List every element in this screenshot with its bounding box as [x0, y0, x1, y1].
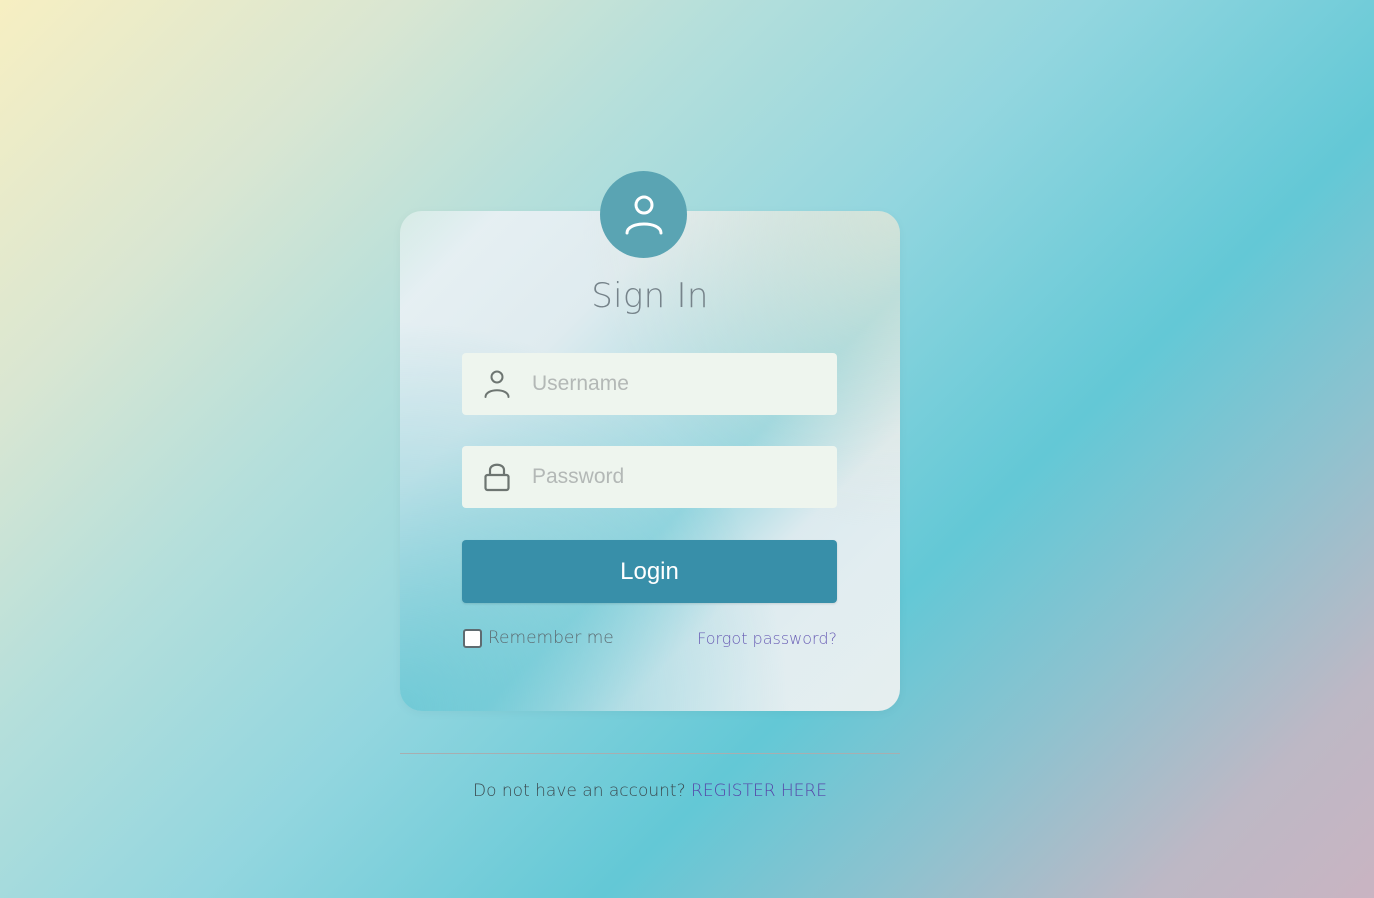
user-icon	[462, 353, 532, 415]
avatar	[600, 171, 687, 258]
register-link[interactable]: REGISTER HERE	[691, 781, 827, 801]
login-button[interactable]: Login	[462, 540, 837, 603]
forgot-password-link[interactable]: Forgot password?	[697, 629, 837, 648]
remember-label: Remember me	[488, 628, 614, 648]
lock-icon	[462, 446, 532, 508]
page-title: Sign In	[591, 276, 709, 316]
register-prompt-text: Do not have an account?	[473, 781, 692, 801]
username-input[interactable]	[532, 364, 822, 404]
remember-checkbox[interactable]	[463, 628, 482, 648]
username-field-wrapper	[462, 353, 837, 415]
password-field-wrapper	[462, 446, 837, 508]
divider	[400, 753, 900, 754]
password-input[interactable]	[532, 457, 822, 497]
remember-me[interactable]: Remember me	[463, 628, 614, 648]
register-prompt: Do not have an account? REGISTER HERE	[400, 781, 900, 801]
user-icon	[625, 195, 662, 234]
